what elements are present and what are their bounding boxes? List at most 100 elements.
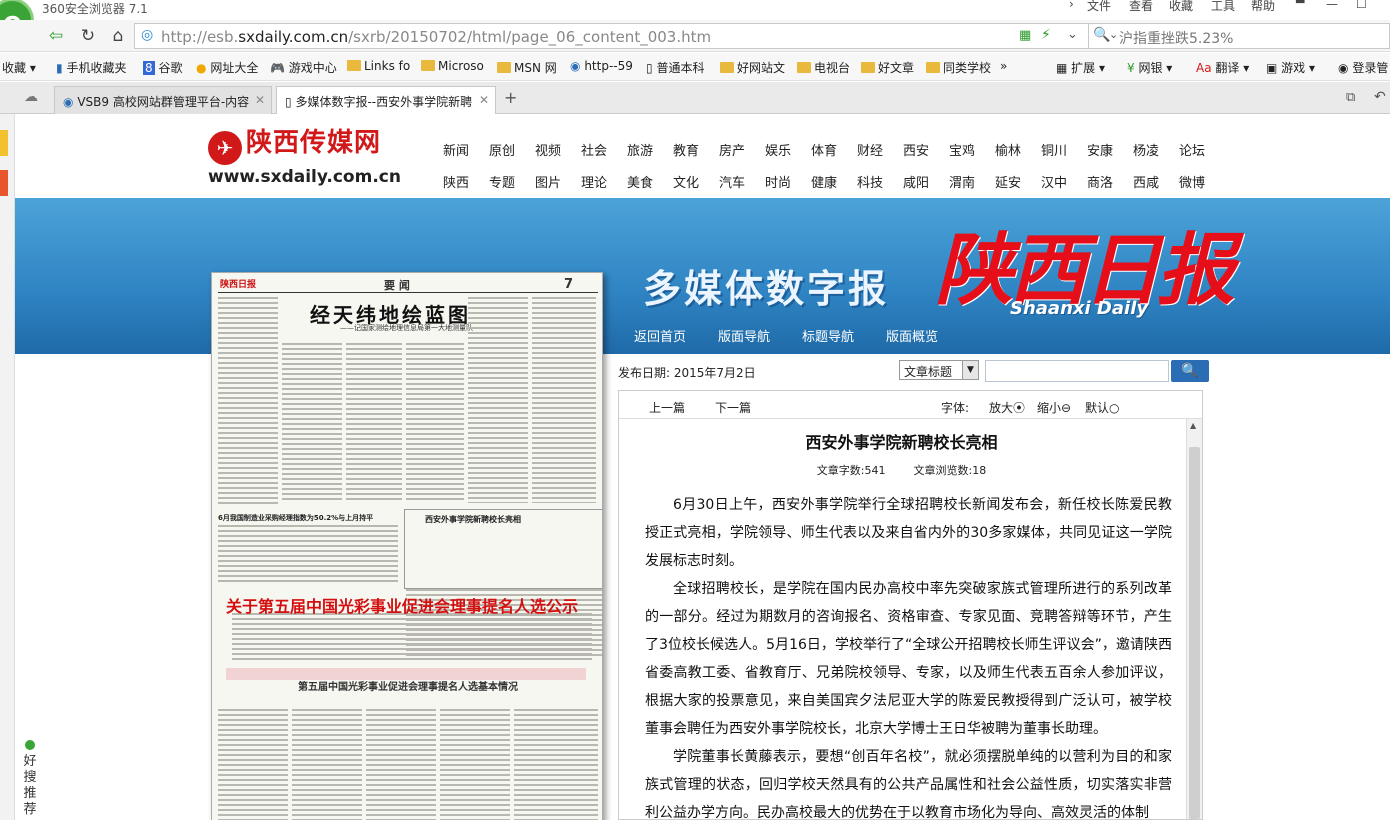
site-nav-link-r1-9[interactable]: 财经 [847,140,893,159]
thumb-left-headline[interactable]: 6月我国制造业采购经理指数为50.2%与上月持平 [218,513,373,523]
site-nav-link-r1-3[interactable]: 社会 [571,140,617,159]
site-nav-link-r1-4[interactable]: 旅游 [617,140,663,159]
site-nav-link-r2-7[interactable]: 时尚 [755,172,801,191]
login-button[interactable]: ◉ 登录管 [1338,59,1388,76]
minimize-icon[interactable]: — [1326,0,1338,11]
font-smaller-button[interactable]: 缩小⊖ [1037,399,1071,416]
site-nav-link-r2-15[interactable]: 西咸 [1123,172,1169,191]
back-icon[interactable]: ⇦ [44,24,68,48]
thumb-article-box[interactable]: 西安外事学院新聘校长亮相 [404,509,602,589]
extensions-button[interactable]: ▦ 扩展 ▾ [1056,59,1105,76]
undo-close-icon[interactable]: ↶ [1374,89,1386,105]
qr-code-icon[interactable]: ▦ [1019,28,1031,43]
banking-button[interactable]: ¥ 网银 ▾ [1127,59,1172,76]
home-icon[interactable]: ⌂ [106,24,130,48]
article-search-input[interactable] [985,360,1169,382]
nav-titles-link[interactable]: 标题导航 [802,326,854,345]
site-nav-link-r2-6[interactable]: 汽车 [709,172,755,191]
site-nav-link-r2-1[interactable]: 专题 [479,172,525,191]
scroll-up-icon[interactable]: ▲ [1190,421,1196,430]
bookmark-good-sites[interactable]: 好网站文 [720,59,785,76]
site-nav-link-r1-15[interactable]: 杨凌 [1123,140,1169,159]
menu-item-file[interactable]: 文件 [1087,0,1111,14]
site-nav-link-r2-16[interactable]: 微博 [1169,172,1215,191]
translate-button[interactable]: Aa 翻译 ▾ [1196,59,1249,76]
site-nav-link-r2-12[interactable]: 延安 [985,172,1031,191]
site-nav-link-r1-11[interactable]: 宝鸡 [939,140,985,159]
prev-article-link[interactable]: 上一篇 [649,399,685,416]
url-field[interactable]: ◎ http://esb.sxdaily.com.cn/sxrb/2015070… [134,23,1089,49]
haosou-recommend-widget[interactable]: 好搜推荐 [15,740,45,820]
bookmark-google[interactable]: 8 谷歌 [143,59,182,76]
nav-layout-link[interactable]: 版面导航 [718,326,770,345]
speed-mode-icon[interactable]: ⚡ [1041,27,1051,43]
site-nav-link-r2-4[interactable]: 美食 [617,172,663,191]
menu-item-help[interactable]: 帮助 [1251,0,1275,14]
site-nav-link-r2-2[interactable]: 图片 [525,172,571,191]
site-nav-link-r2-9[interactable]: 科技 [847,172,893,191]
site-nav-link-r1-14[interactable]: 安康 [1077,140,1123,159]
next-article-link[interactable]: 下一篇 [715,399,751,416]
more-bookmarks-icon[interactable]: » [1000,59,1007,73]
site-nav-link-r2-5[interactable]: 文化 [663,172,709,191]
bookmark-hao[interactable]: ● 网址大全 [196,59,258,76]
bookmark-articles[interactable]: 好文章 [861,59,914,76]
site-logo[interactable]: ✈ 陕西传媒网 www.sxdaily.com.cn [208,122,401,187]
bookmark-microsoft[interactable]: Microso [421,59,484,73]
site-nav-link-r1-6[interactable]: 房产 [709,140,755,159]
site-nav-link-r2-11[interactable]: 渭南 [939,172,985,191]
bookmark-msn[interactable]: MSN 网 [497,59,557,76]
search-field-select[interactable]: 文章标题 ▼ [899,360,979,380]
bookmark-links[interactable]: Links fo [347,59,410,73]
search-field[interactable]: 🔍 ⌄ 沪指重挫跌5.23% [1088,23,1390,49]
search-engine-icon[interactable]: 🔍 [1093,27,1110,43]
menu-item-tools[interactable]: 工具 [1211,0,1235,14]
sidebar-tool-icon[interactable] [0,130,8,156]
site-nav-link-r2-13[interactable]: 汉中 [1031,172,1077,191]
site-nav-link-r1-1[interactable]: 原创 [479,140,525,159]
nav-overview-link[interactable]: 版面概览 [886,326,938,345]
site-nav-link-r1-0[interactable]: 新闻 [433,140,479,159]
site-nav-link-r2-0[interactable]: 陕西 [433,172,479,191]
site-nav-link-r2-14[interactable]: 商洛 [1077,172,1123,191]
site-nav-link-r1-5[interactable]: 教育 [663,140,709,159]
maximize-icon[interactable]: ☐ [1356,0,1367,11]
site-nav-link-r1-10[interactable]: 西安 [893,140,939,159]
engine-dropdown-icon[interactable]: ⌄ [1109,28,1118,41]
new-tab-button[interactable]: + [504,88,517,107]
cloud-icon[interactable]: ☁ [24,89,38,105]
bookmark-tv[interactable]: 电视台 [797,59,850,76]
scrollbar-thumb[interactable] [1189,447,1200,819]
site-nav-link-r1-12[interactable]: 榆林 [985,140,1031,159]
games-button[interactable]: ▣ 游戏 ▾ [1266,59,1315,76]
tab-digital-paper[interactable]: ▯ 多媒体数字报--西安外事学院新聘 ✕ [276,86,496,114]
nav-home-link[interactable]: 返回首页 [634,326,686,345]
font-default-button[interactable]: 默认○ [1085,399,1120,416]
menu-file[interactable]: › [1069,0,1074,11]
bookmark-undergrad[interactable]: ▯ 普通本科 [646,59,704,76]
menu-item-favorites[interactable]: 收藏 [1169,0,1193,14]
article-scrollbar[interactable]: ▲ [1186,419,1202,819]
site-nav-link-r1-2[interactable]: 视频 [525,140,571,159]
menu-item-view[interactable]: 查看 [1129,0,1153,14]
bookmark-favorites[interactable]: 收藏 ▾ [2,59,36,76]
bookmark-http59[interactable]: ◉ http--59 [570,59,633,73]
site-info-icon[interactable]: ◎ [141,27,153,43]
newspaper-page-thumbnail[interactable]: 陕西日报 要 闻 7 经天纬地绘蓝图 ——记国家测绘地理信息局第一大地测量队 6… [211,272,603,820]
tab-vsb9[interactable]: ◉ VSB9 高校网站群管理平台-内容 ✕ [54,86,272,114]
site-nav-link-r2-8[interactable]: 健康 [801,172,847,191]
close-icon[interactable]: ✕ [255,93,265,107]
site-nav-link-r1-13[interactable]: 铜川 [1031,140,1077,159]
bookmark-schools[interactable]: 同类学校 [926,59,991,76]
thumb-notice-title[interactable]: 关于第五届中国光彩事业促进会理事提名人选公示 [226,593,578,617]
url-dropdown-icon[interactable]: ⌄ [1067,27,1078,42]
restore-icon[interactable]: ▀ [1296,0,1304,10]
site-nav-link-r1-7[interactable]: 娱乐 [755,140,801,159]
site-nav-link-r2-10[interactable]: 咸阳 [893,172,939,191]
sidebar-tool-icon[interactable] [0,170,8,196]
search-button[interactable]: 🔍 [1171,360,1209,382]
font-larger-button[interactable]: 放大⦿ [989,399,1025,416]
close-icon[interactable]: ✕ [479,93,489,107]
bookmark-mobile[interactable]: ▮ 手机收藏夹 [56,59,126,76]
refresh-icon[interactable]: ↻ [76,24,100,48]
